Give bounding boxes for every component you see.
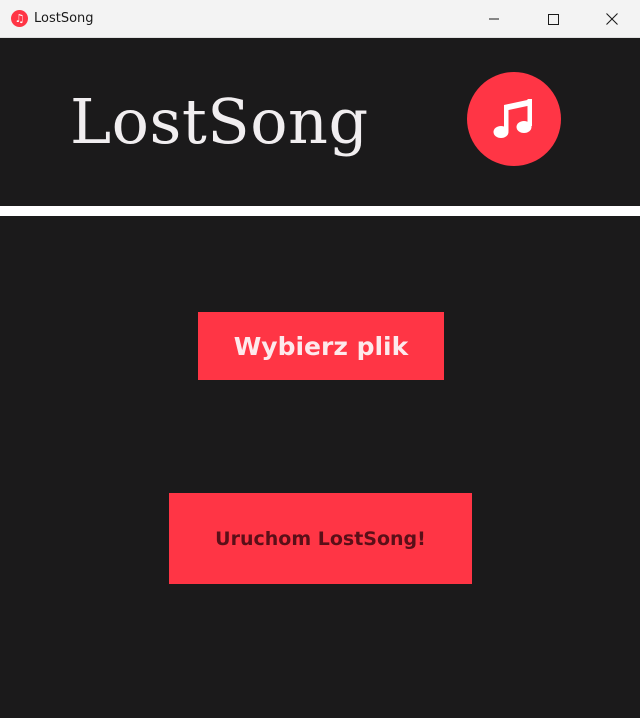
- maximize-icon: [547, 13, 559, 25]
- title-bar[interactable]: ♫ LostSong: [0, 0, 640, 38]
- app-title: LostSong: [70, 85, 369, 158]
- run-lostsong-button[interactable]: Uruchom LostSong!: [169, 493, 472, 584]
- maximize-button[interactable]: [530, 0, 576, 38]
- close-button[interactable]: [589, 0, 635, 38]
- app-header: LostSong: [0, 38, 640, 206]
- choose-file-button[interactable]: Wybierz plik: [198, 312, 444, 380]
- header-divider: [0, 206, 640, 216]
- close-icon: [606, 13, 618, 25]
- logo: [467, 72, 561, 166]
- music-note-icon: ♫: [11, 10, 28, 27]
- app-window: ♫ LostSong LostSong Wybierz plik Uruchom…: [0, 0, 640, 718]
- minimize-icon: [489, 18, 499, 20]
- music-note-icon: [493, 99, 532, 138]
- window-title: LostSong: [34, 11, 94, 26]
- minimize-button[interactable]: [471, 0, 517, 38]
